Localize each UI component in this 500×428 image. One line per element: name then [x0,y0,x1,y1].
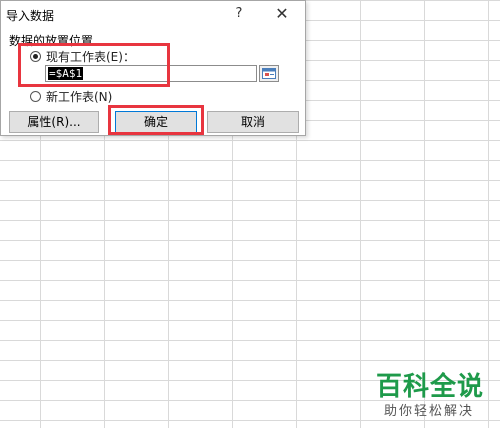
collapse-range-button[interactable] [259,65,279,82]
existing-worksheet-label: 现有工作表(E)： [46,50,135,64]
properties-button[interactable]: 属性(R)... [9,111,99,133]
import-data-dialog: 导入数据 ? ✕ 数据的放置位置 现有工作表(E)： =$A$1 新工作表(N)… [0,0,306,136]
dialog-title: 导入数据 [6,9,55,23]
range-select-icon [262,68,276,79]
help-button[interactable]: ? [227,3,251,25]
existing-worksheet-radio[interactable] [30,51,41,62]
cancel-button[interactable]: 取消 [207,111,299,133]
ok-button[interactable]: 确定 [115,111,197,133]
range-value: =$A$1 [48,67,84,80]
placement-group-label: 数据的放置位置 [9,34,94,48]
close-button[interactable]: ✕ [269,3,295,25]
dialog-titlebar: 导入数据 ? ✕ [1,1,305,27]
range-input[interactable]: =$A$1 [45,65,257,82]
watermark-title: 百科全说 [376,372,485,402]
new-worksheet-option[interactable]: 新工作表(N) [30,88,112,105]
watermark-subtitle: 助你轻松解决 [384,404,475,419]
new-worksheet-label: 新工作表(N) [46,90,113,104]
new-worksheet-radio[interactable] [30,91,41,102]
existing-worksheet-option[interactable]: 现有工作表(E)： [30,48,135,65]
